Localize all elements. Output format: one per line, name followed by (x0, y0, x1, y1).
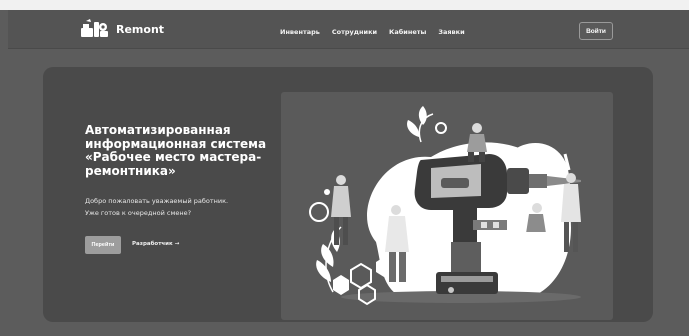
nav-item-inventory[interactable]: Инвентарь (280, 28, 320, 36)
window-top-strip (0, 0, 689, 10)
nav-item-rooms[interactable]: Кабинеты (389, 28, 426, 36)
developer-link[interactable]: Разработчик → (132, 241, 179, 247)
brand-name: Remont (116, 22, 165, 36)
brand-logo[interactable]: Remont (80, 19, 164, 39)
hero-text-line: Уже готов к очередной смене? (85, 209, 192, 217)
tools-icon (81, 19, 108, 37)
hero-title: Автоматизированная информационная систем… (85, 123, 267, 178)
main-nav: Инвентарь Сотрудники Кабинеты Заявки (280, 28, 477, 36)
hero-card: Автоматизированная информационная систем… (43, 67, 653, 322)
login-button[interactable]: Войти (579, 22, 613, 40)
hero-text-line: Добро пожаловать уважаемый работник. (85, 197, 229, 205)
nav-item-employees[interactable]: Сотрудники (332, 28, 377, 36)
nav-item-requests[interactable]: Заявки (438, 28, 464, 36)
go-button[interactable]: Перейти (85, 236, 121, 254)
navbar: Remont Инвентарь Сотрудники Кабинеты Зая… (8, 10, 689, 49)
drill-workers-illustration (309, 106, 581, 306)
hero-illustration (281, 92, 613, 320)
hero-text: Добро пожаловать уважаемый работник. Уже… (85, 195, 285, 219)
